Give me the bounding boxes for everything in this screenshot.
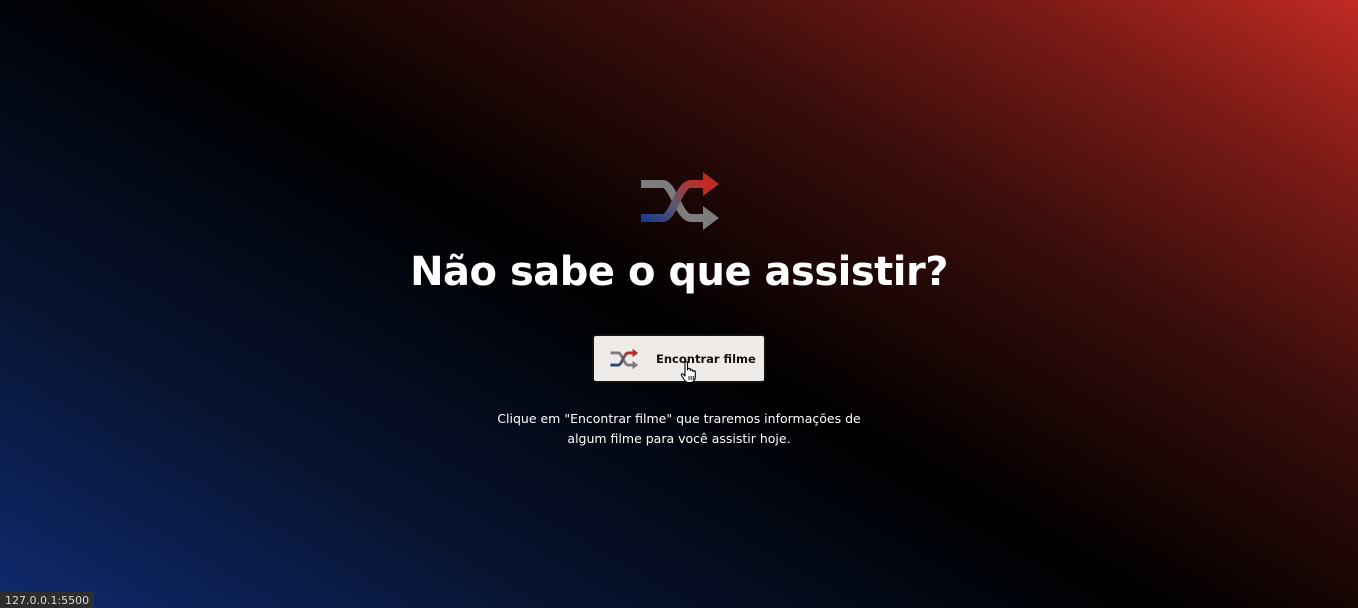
shuffle-icon [641,172,719,230]
shuffle-icon [610,348,639,369]
hero-section: Não sabe o que assistir? Encontrar filme… [0,170,1358,462]
find-movie-button-label: Encontrar filme [656,351,756,366]
description-text: Clique em "Encontrar filme" que traremos… [497,411,861,446]
find-movie-button[interactable]: Encontrar filme [592,334,766,384]
hand-pointer-icon [680,361,696,384]
page-title: Não sabe o que assistir? [410,249,948,295]
status-bar-url: 127.0.0.1:5500 [0,592,95,608]
